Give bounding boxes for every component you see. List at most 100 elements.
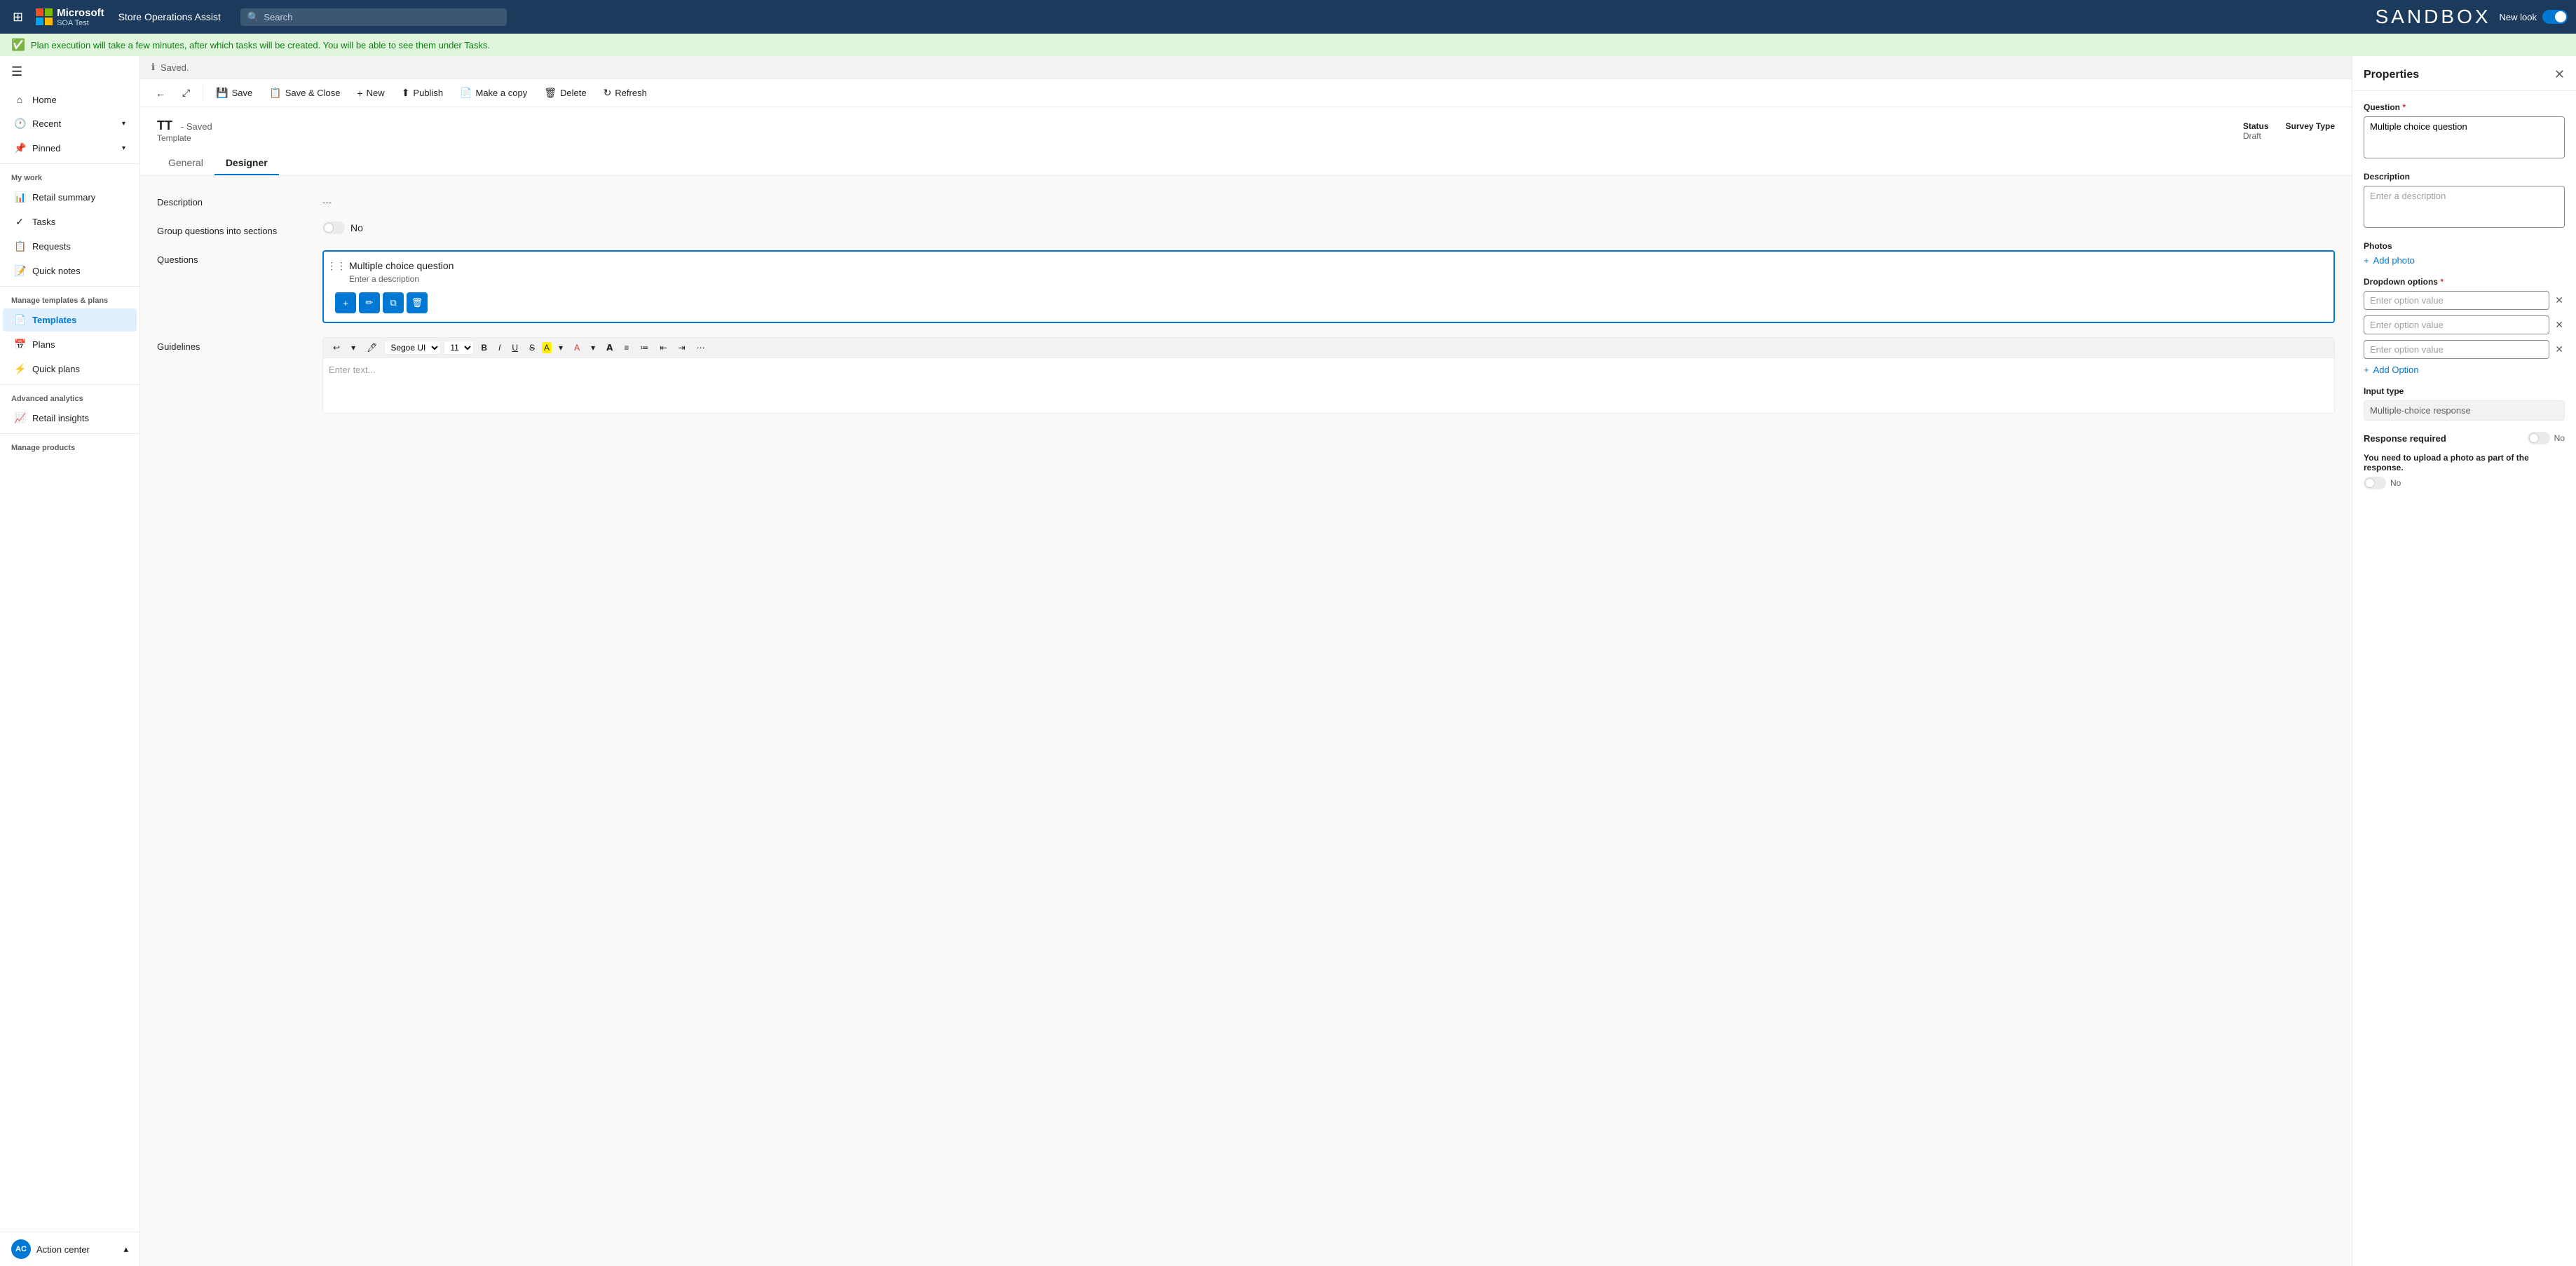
make-copy-button[interactable]: 📄 Make a copy: [453, 83, 534, 102]
publish-icon: ⬆: [402, 87, 410, 99]
sidebar-item-tasks[interactable]: ✓ Tasks: [3, 210, 137, 233]
doc-title-row: TT - Saved Template Status Draft Survey …: [157, 118, 2335, 143]
decrease-indent-button[interactable]: ⇤: [655, 341, 671, 354]
response-required-row: Response required No: [2364, 432, 2565, 444]
action-center[interactable]: AC Action center ▴: [0, 1232, 139, 1266]
waffle-icon[interactable]: ⊞: [8, 6, 27, 29]
toolbar: ← ⤢ 💾 Save 📋 Save & Close + New ⬆ Publis…: [140, 79, 2352, 107]
add-photo-button[interactable]: + Add photo: [2364, 255, 2415, 266]
underline-button[interactable]: U: [507, 341, 522, 354]
refresh-button[interactable]: ↻ Refresh: [597, 83, 654, 102]
guidelines-row: Guidelines ↩ ▾ 🖊 Segoe UI 11 B I: [157, 337, 2335, 414]
font-color-button[interactable]: A: [570, 341, 584, 354]
sidebar-item-pinned[interactable]: 📌 Pinned ▾: [3, 137, 137, 160]
success-icon: ✅: [11, 38, 25, 52]
search-input[interactable]: [264, 12, 500, 22]
sidebar-item-quick-plans[interactable]: ⚡ Quick plans: [3, 358, 137, 381]
tab-designer[interactable]: Designer: [214, 151, 279, 175]
sidebar-item-home[interactable]: ⌂ Home: [3, 88, 137, 111]
requests-icon: 📋: [14, 240, 25, 252]
more-format-button[interactable]: ⋯: [693, 341, 709, 354]
delete-button[interactable]: 🗑 Delete: [537, 83, 593, 102]
back-button[interactable]: ←: [149, 84, 172, 102]
doc-status: Status Draft: [2243, 121, 2269, 141]
save-button[interactable]: 💾 Save: [209, 83, 259, 102]
sidebar-divider: [0, 163, 139, 164]
response-required-switch[interactable]: [2528, 432, 2550, 444]
panel-close-button[interactable]: ✕: [2554, 67, 2565, 82]
remove-option-2-button[interactable]: ✕: [2554, 318, 2565, 332]
edit-question-button[interactable]: ✏: [359, 292, 380, 313]
description-textarea[interactable]: [2364, 186, 2565, 228]
guidelines-editor[interactable]: Enter text...: [322, 358, 2335, 414]
font-size-select[interactable]: 11: [444, 341, 474, 355]
font-color-dropdown[interactable]: ▾: [587, 341, 599, 354]
remove-option-1-button[interactable]: ✕: [2554, 293, 2565, 308]
search-bar[interactable]: 🔍: [240, 8, 507, 26]
refresh-icon: ↻: [604, 87, 612, 99]
status-label: Status: [2243, 121, 2269, 131]
tab-general[interactable]: General: [157, 151, 214, 175]
add-question-button[interactable]: +: [335, 292, 356, 313]
new-look-toggle[interactable]: New look: [2500, 10, 2568, 24]
dropdown-option-input-3[interactable]: [2364, 340, 2549, 359]
chevron-down-icon: ▾: [122, 120, 125, 128]
dropdown-option-input-1[interactable]: [2364, 291, 2549, 310]
sidebar-item-recent[interactable]: 🕐 Recent ▾: [3, 112, 137, 135]
sidebar-item-retail-insights[interactable]: 📈 Retail insights: [3, 407, 137, 430]
question-textarea[interactable]: Multiple choice question: [2364, 116, 2565, 158]
sidebar-item-requests[interactable]: 📋 Requests: [3, 235, 137, 258]
sidebar-item-quick-notes[interactable]: 📝 Quick notes: [3, 259, 137, 283]
expand-button[interactable]: ⤢: [175, 83, 197, 102]
sidebar-item-retail-summary[interactable]: 📊 Retail summary: [3, 186, 137, 209]
required-star: *: [2440, 277, 2444, 287]
new-button[interactable]: + New: [350, 84, 391, 102]
highlight-button[interactable]: A: [542, 342, 552, 353]
bullets-button[interactable]: ≡: [620, 341, 633, 354]
quick-plans-icon: ⚡: [14, 363, 25, 375]
undo-dropdown-button[interactable]: ▾: [347, 341, 360, 354]
group-toggle[interactable]: [322, 222, 345, 234]
sidebar-item-label: Retail insights: [32, 413, 89, 423]
remove-option-3-button[interactable]: ✕: [2554, 342, 2565, 357]
undo-button[interactable]: ↩: [329, 341, 344, 354]
description-value: ---: [322, 193, 2335, 207]
photo-upload-switch[interactable]: [2364, 477, 2386, 489]
logo: Microsoft SOA Test: [36, 7, 104, 27]
question-description: Enter a description: [349, 274, 2322, 284]
delete-question-button[interactable]: 🗑: [407, 292, 428, 313]
manage-section: Manage templates & plans: [0, 290, 139, 308]
increase-indent-button[interactable]: ⇥: [674, 341, 690, 354]
duplicate-question-button[interactable]: ⧉: [383, 292, 404, 313]
drag-handle-icon[interactable]: ⋮⋮: [327, 260, 346, 272]
sidebar-hamburger-icon[interactable]: ☰: [0, 56, 139, 88]
retail-insights-icon: 📈: [14, 412, 25, 424]
bold-button[interactable]: B: [477, 341, 491, 354]
photo-upload-label: You need to upload a photo as part of th…: [2364, 453, 2565, 472]
photo-upload-toggle[interactable]: No: [2364, 477, 2565, 489]
format-clear-button[interactable]: 𝗔: [602, 341, 617, 354]
publish-button[interactable]: ⬆ Publish: [395, 83, 450, 102]
response-required-value: No: [2554, 433, 2565, 443]
response-required-toggle[interactable]: No: [2528, 432, 2565, 444]
strikethrough-button[interactable]: S: [525, 341, 539, 354]
home-icon: ⌂: [14, 94, 25, 105]
new-icon: +: [357, 88, 362, 99]
add-photo-label: Add photo: [2373, 255, 2415, 266]
italic-button[interactable]: I: [494, 341, 505, 354]
new-look-switch[interactable]: [2542, 10, 2568, 24]
add-option-button[interactable]: + Add Option: [2364, 365, 2419, 375]
avatar: AC: [11, 1239, 31, 1259]
save-close-button[interactable]: 📋 Save & Close: [262, 83, 347, 102]
input-type-field: Input type Multiple-choice response: [2364, 386, 2565, 421]
doc-saved-status: - Saved: [181, 121, 212, 132]
dropdown-option-input-2[interactable]: [2364, 315, 2549, 334]
highlight-dropdown[interactable]: ▾: [554, 341, 567, 354]
sidebar-item-plans[interactable]: 📅 Plans: [3, 333, 137, 356]
numbered-list-button[interactable]: ≔: [636, 341, 653, 354]
font-family-select[interactable]: Segoe UI: [384, 341, 441, 355]
recent-icon: 🕐: [14, 118, 25, 130]
format-icon-button[interactable]: 🖊: [362, 341, 381, 354]
sidebar-item-templates[interactable]: 📄 Templates: [3, 308, 137, 332]
plans-icon: 📅: [14, 339, 25, 350]
